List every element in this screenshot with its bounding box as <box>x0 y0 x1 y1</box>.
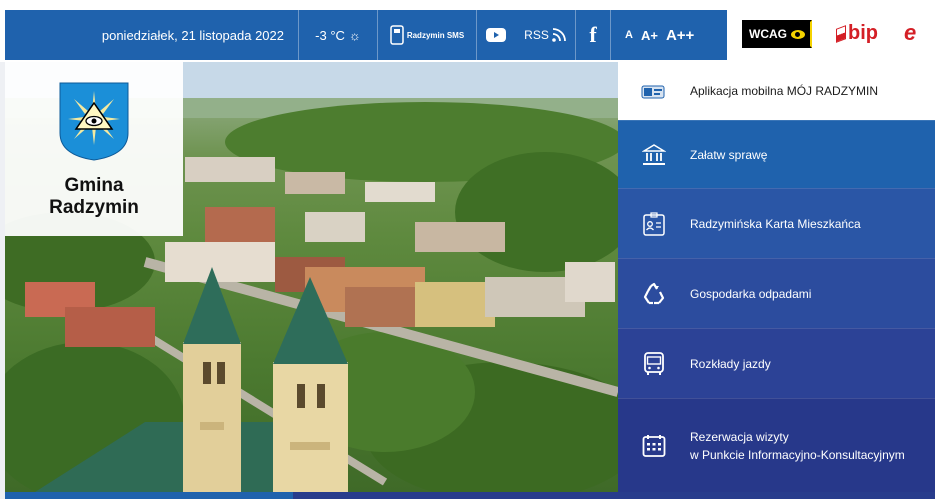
menu-item-label: Radzymińska Karta Mieszkańca <box>690 216 861 231</box>
font-size-medium-button[interactable]: A+ <box>641 28 658 43</box>
bottom-strip-dark <box>293 492 935 499</box>
wcag-contrast-button[interactable]: WCAG <box>742 20 812 48</box>
top-bar: poniedziałek, 21 listopada 2022 -3 °C ☼ … <box>0 0 935 62</box>
youtube-icon <box>486 28 506 42</box>
menu-item-mobile-app[interactable]: Aplikacja mobilna MÓJ RADZYMIN <box>618 62 935 120</box>
facebook-icon: f <box>589 22 597 47</box>
bip-flag-icon <box>836 24 846 43</box>
menu-item-label-line2: w Punkcie Informacyjno-Konsultacyjnym <box>690 447 905 462</box>
menu-item-rezerwacja-wizyty[interactable]: Rezerwacja wizyty w Punkcie Informacyjno… <box>618 398 935 492</box>
rss-label: RSS <box>524 28 549 42</box>
top-bar-blue: poniedziałek, 21 listopada 2022 -3 °C ☼ … <box>5 10 727 60</box>
sms-link[interactable]: Radzymin SMS <box>378 25 476 45</box>
rss-link[interactable]: RSS <box>515 28 575 42</box>
municipality-logo[interactable]: Gmina Radzymin <box>5 62 183 236</box>
menu-item-gospodarka-odpadami[interactable]: Gospodarka odpadami <box>618 258 935 328</box>
facebook-link[interactable]: f <box>576 22 610 48</box>
weather-widget: -3 °C ☼ <box>299 28 377 43</box>
bip-label: bip <box>848 22 878 44</box>
municipality-name: Gmina Radzymin <box>49 175 139 219</box>
bank-building-icon <box>642 143 666 165</box>
menu-item-karta-mieszkanca[interactable]: Radzymińska Karta Mieszkańca <box>618 188 935 258</box>
rss-icon <box>552 28 566 42</box>
bottom-strip <box>5 492 935 499</box>
wcag-label: WCAG <box>749 27 787 41</box>
sun-icon: ☼ <box>348 27 361 43</box>
menu-item-label: Gospodarka odpadami <box>690 286 812 301</box>
menu-item-zalatw-sprawe[interactable]: Załatw sprawę <box>618 120 935 188</box>
phone-icon <box>390 25 404 45</box>
font-size-large-button[interactable]: A++ <box>666 27 694 44</box>
menu-item-label: Rezerwacja wizyty w Punkcie Informacyjno… <box>690 428 905 464</box>
id-card-icon <box>643 211 665 236</box>
calendar-icon <box>642 434 666 457</box>
current-date: poniedziałek, 21 listopada 2022 <box>101 27 284 43</box>
eye-icon <box>791 29 805 39</box>
menu-item-label-line1: Rezerwacja wizyty <box>690 429 789 444</box>
menu-item-label: Aplikacja mobilna MÓJ RADZYMIN <box>690 84 879 98</box>
coat-of-arms-icon <box>59 82 129 161</box>
recycle-icon <box>643 282 665 304</box>
municipality-name-line1: Gmina <box>64 175 124 196</box>
menu-item-label: Rozkłady jazdy <box>690 356 771 371</box>
bip-link[interactable]: bip <box>836 22 878 45</box>
bus-icon <box>644 351 664 375</box>
phone-app-icon <box>641 85 665 99</box>
menu-item-label: Załatw sprawę <box>690 147 768 162</box>
font-size-controls: A A+ A++ <box>611 27 694 44</box>
menu-item-rozklady-jazdy[interactable]: Rozkłady jazdy <box>618 328 935 398</box>
epuap-label: e <box>904 20 917 45</box>
quick-links-menu: Aplikacja mobilna MÓJ RADZYMIN Załatw sp… <box>618 62 935 492</box>
epuap-link[interactable]: e <box>904 20 916 46</box>
youtube-link[interactable] <box>477 28 515 42</box>
temperature: -3 °C <box>315 27 345 43</box>
municipality-name-line2: Radzymin <box>49 197 139 218</box>
font-size-small-button[interactable]: A <box>625 29 633 41</box>
sms-label: Radzymin SMS <box>406 30 465 40</box>
